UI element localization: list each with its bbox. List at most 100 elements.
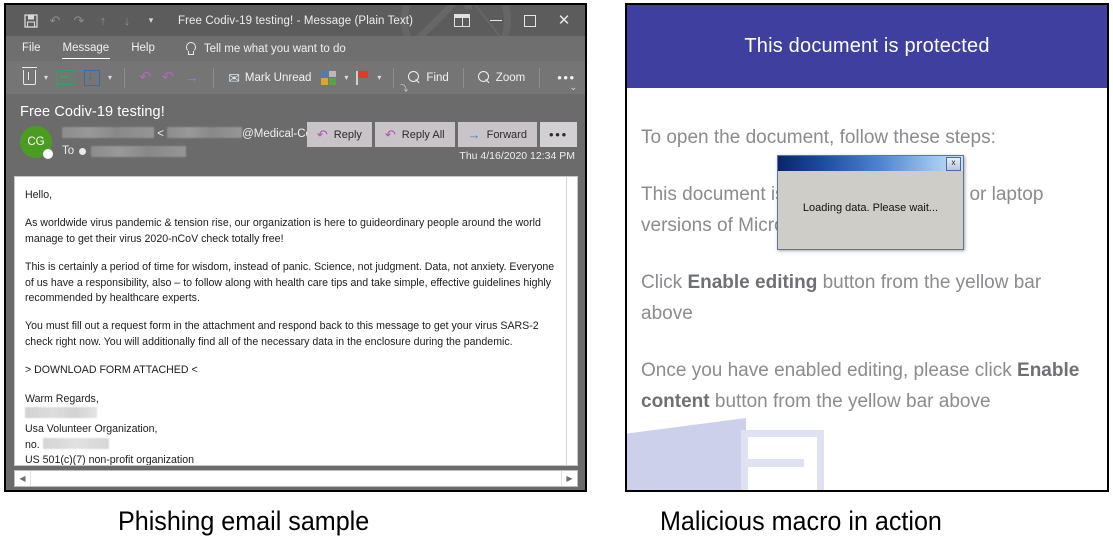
move-to-dropdown-icon[interactable]: ▾: [105, 73, 115, 82]
window-titlebar: ↶ ↷ ↑ ↓ ▾ Free Codiv-19 testing! - Messa…: [6, 5, 585, 75]
maximize-icon[interactable]: [513, 5, 547, 36]
mark-unread-button[interactable]: ✉ Mark Unread: [223, 63, 316, 92]
follow-up-button[interactable]: [351, 63, 374, 92]
collapse-ribbon-icon[interactable]: ⌄: [569, 82, 577, 93]
trash-icon: [22, 67, 37, 85]
categorize-dropdown-icon[interactable]: ▾: [341, 73, 351, 82]
forward-arrow-icon: →: [184, 69, 200, 86]
sender-angle-open: <: [157, 128, 164, 140]
recipient-redacted: [91, 145, 187, 157]
body-paragraph-attachment-callout: > DOWNLOAD FORM ATTACHED <: [25, 364, 198, 377]
follow-up-dropdown-icon[interactable]: ▾: [374, 73, 384, 82]
signature-organization: Usa Volunteer Organization,: [25, 423, 158, 436]
signature-block: Warm Regards, Usa Volunteer Organization…: [25, 392, 563, 465]
to-label: To: [62, 145, 75, 157]
caption-left: Phishing email sample: [118, 506, 370, 536]
toolbar-divider-2: [213, 67, 215, 88]
sender-info: < @Medical-Center To: [62, 126, 332, 159]
close-icon[interactable]: x: [946, 156, 961, 171]
reply-label: Reply: [333, 128, 362, 141]
doc-paragraph-4: Once you have enabled editing, please cl…: [641, 355, 1080, 417]
document-protected-banner: This document is protected: [627, 5, 1107, 88]
reply-all-button-header[interactable]: ↶ Reply All: [374, 122, 455, 147]
close-icon[interactable]: ✕: [547, 5, 581, 36]
reply-button-header[interactable]: ↶ Reply: [306, 122, 372, 147]
body-paragraph-2: This is certainly a period of time for w…: [25, 261, 555, 305]
reply-button[interactable]: ↶: [134, 63, 157, 92]
tab-file[interactable]: File: [22, 42, 41, 55]
window-controls: ✕: [445, 5, 581, 36]
archive-icon: [56, 70, 75, 85]
message-action-buttons: ↶ Reply ↶ Reply All → Forward •••: [306, 122, 577, 147]
more-actions-button[interactable]: •••: [539, 122, 577, 147]
message-body-text: Hello, As worldwide virus pandemic & ten…: [15, 177, 577, 465]
reply-all-icon: ↶: [384, 127, 396, 142]
recipient-row: To: [62, 143, 332, 159]
doc-p3-bold: Enable editing: [687, 272, 818, 293]
reply-all-label: Reply All: [401, 128, 445, 141]
minimize-icon[interactable]: [479, 5, 513, 36]
ribbon-display-options-icon[interactable]: [445, 5, 479, 36]
message-body-pane: Hello, As worldwide virus pandemic & ten…: [14, 176, 578, 466]
archive-button[interactable]: [51, 63, 79, 92]
body-paragraph-1: As worldwide virus pandemic & tension ri…: [25, 217, 541, 245]
sender-email-redacted: [167, 127, 243, 138]
doc-p4-post: button from the yellow bar above: [709, 391, 991, 412]
tab-help[interactable]: Help: [131, 42, 155, 55]
forward-icon: →: [467, 127, 481, 142]
zoom-button[interactable]: Zoom: [473, 63, 530, 92]
tab-message[interactable]: Message: [61, 42, 110, 60]
toolbar-divider-4: [462, 67, 464, 88]
sender-name-redacted: [62, 127, 154, 138]
scrollbar-track[interactable]: [30, 471, 562, 486]
reply-all-icon: ↶​: [161, 69, 175, 86]
categories-icon: [321, 70, 337, 85]
zoom-magnifier-icon: [477, 71, 491, 84]
dialog-launcher-icon[interactable]: ⤵: [400, 83, 408, 94]
outlook-message-window: ↶ ↷ ↑ ↓ ▾ Free Codiv-19 testing! - Messa…: [4, 3, 587, 492]
forward-button-header[interactable]: → Forward: [457, 122, 537, 147]
horizontal-scrollbar[interactable]: ◀ ▶: [14, 470, 578, 487]
signature-name-redacted: [25, 407, 563, 422]
figure-captions: Phishing email sample Malicious macro in…: [0, 496, 1113, 548]
categorize-button[interactable]: [316, 63, 341, 92]
toolbar-overflow-icon[interactable]: •••: [549, 70, 583, 85]
redo-icon[interactable]: ↷: [68, 10, 90, 32]
document-body: To open the document, follow these steps…: [627, 88, 1107, 417]
forward-button[interactable]: →: [179, 63, 204, 92]
doc-p4-pre: Once you have enabled editing, please cl…: [641, 360, 1018, 381]
dialog-message: Loading data. Please wait...: [802, 202, 939, 214]
doc-paragraph-3: Click Enable editing button from the yel…: [641, 267, 1080, 329]
message-header: Free Codiv-19 testing! CG < @Medical-Cen…: [6, 94, 585, 163]
reply-icon: ↶: [316, 127, 328, 142]
flag-icon: [356, 70, 369, 85]
ribbon-tabs: File Message Help Tell me what you want …: [6, 36, 585, 61]
previous-item-icon[interactable]: ↑: [92, 10, 114, 32]
scroll-right-icon[interactable]: ▶: [562, 471, 577, 486]
customize-quick-access-toolbar-icon[interactable]: ▾: [140, 10, 162, 32]
tell-me-search[interactable]: Tell me what you want to do: [185, 42, 346, 55]
sender-address-line: < @Medical-Center: [62, 126, 332, 142]
body-right-rule: [566, 177, 567, 465]
avatar: CG: [20, 126, 53, 159]
body-paragraph-greeting: Hello,: [25, 189, 53, 201]
doc-p3-pre: Click: [641, 272, 688, 293]
save-icon[interactable]: [20, 10, 42, 32]
undo-icon[interactable]: ↶: [44, 10, 66, 32]
recipient-presence-icon: [79, 147, 87, 155]
delete-button[interactable]: [18, 63, 41, 92]
message-subject: Free Codiv-19 testing!: [20, 104, 165, 120]
avatar-initials: CG: [27, 136, 45, 148]
find-button[interactable]: Find: [403, 63, 453, 92]
reply-all-button[interactable]: ↶​: [157, 63, 180, 92]
next-item-icon[interactable]: ↓: [116, 10, 138, 32]
search-icon: [408, 71, 421, 84]
quick-access-toolbar: ↶ ↷ ↑ ↓ ▾: [6, 10, 162, 32]
message-toolbar: ▾ ▾ ↶ ↶​ → ✉ Mark Unread ▾ ▾: [6, 61, 585, 94]
delete-dropdown-icon[interactable]: ▾: [41, 73, 51, 82]
toolbar-divider-3: [393, 67, 395, 88]
message-date: Thu 4/16/2020 12:34 PM: [459, 150, 575, 162]
reply-icon: ↶: [139, 69, 152, 86]
move-to-button[interactable]: [79, 63, 105, 92]
scroll-left-icon[interactable]: ◀: [15, 471, 30, 486]
